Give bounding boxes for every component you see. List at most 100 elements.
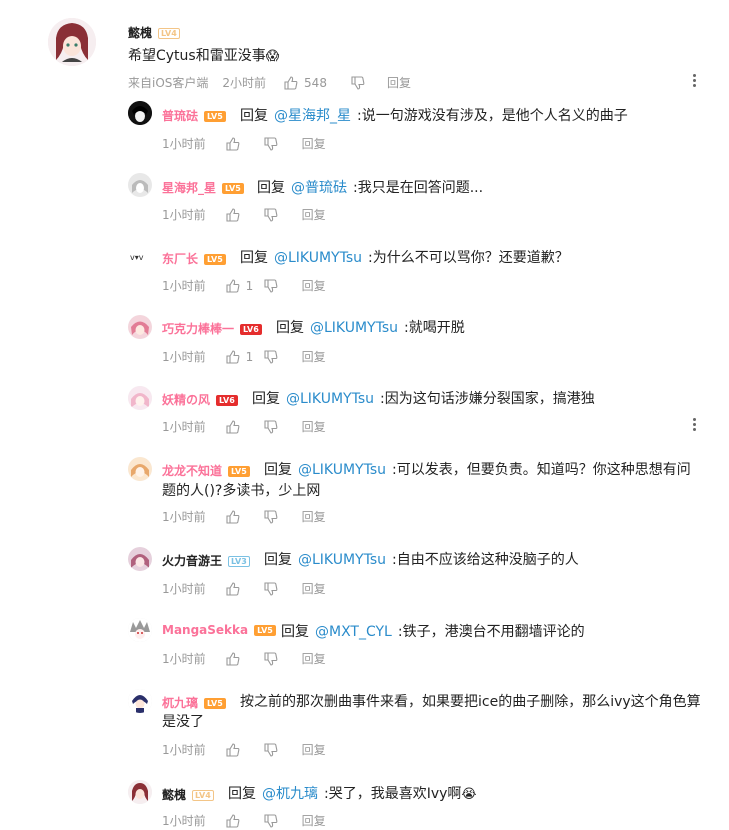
reply-username[interactable]: 懿槐 LV4 (162, 786, 214, 803)
reply-text: 回复 @杌九璃:哭了，我最喜欢Ivy啊😭 (228, 786, 477, 802)
reply-time: 1小时前 (162, 652, 206, 666)
mention-link[interactable]: @MXT_CYL (315, 624, 392, 640)
more-options-icon[interactable] (693, 418, 697, 433)
avatar[interactable] (128, 618, 152, 642)
thumbs-down-icon[interactable] (264, 651, 278, 666)
thumbs-down-icon[interactable] (264, 419, 278, 434)
comment-meta: 来自iOS客户端 2小时前 548 回复 (128, 74, 411, 91)
reply-button[interactable]: 回复 (387, 74, 411, 91)
reply-username[interactable]: 杌九璃 LV5 (162, 694, 226, 711)
thumbs-up-icon[interactable] (226, 509, 240, 524)
thumbs-up-icon[interactable] (226, 651, 240, 666)
mention-link[interactable]: @LIKUMYTsu (298, 462, 386, 478)
scream-emoji-icon: 😱 (265, 49, 280, 64)
thumbs-up-icon[interactable] (226, 813, 240, 828)
reply-button[interactable]: 回复 (302, 348, 326, 365)
crying-emoji-icon: 😭 (461, 787, 477, 802)
thumbs-down-icon[interactable] (264, 349, 278, 364)
reply-button[interactable]: 回复 (302, 580, 326, 597)
reply-button[interactable]: 回复 (302, 508, 326, 525)
reply-button[interactable]: 回复 (302, 206, 326, 223)
avatar[interactable] (128, 547, 152, 571)
mention-link[interactable]: @LIKUMYTsu (310, 320, 398, 336)
reply-button[interactable]: 回复 (302, 135, 326, 152)
like-count: 1 (245, 349, 254, 364)
reply-meta: 1小时前 1 回复 (162, 277, 326, 294)
reply-time: 1小时前 (162, 137, 206, 151)
thumbs-up-icon[interactable] (226, 207, 240, 222)
reply-username[interactable]: 火力音游王 LV3 (162, 552, 250, 569)
thumbs-up-icon[interactable] (226, 349, 240, 364)
reply-button[interactable]: 回复 (302, 650, 326, 667)
reply-time: 1小时前 (162, 350, 206, 364)
reply-button[interactable]: 回复 (302, 741, 326, 758)
reply-time: 1小时前 (162, 743, 206, 757)
level-badge: LV5 (228, 466, 250, 477)
thumbs-up-icon[interactable] (226, 278, 240, 293)
reply-meta: 1小时前 回复 (162, 135, 326, 152)
reply-text-continued: 是没了 (162, 714, 204, 730)
reply-username[interactable]: 星海邦_星 LV5 (162, 179, 244, 196)
more-options-icon[interactable] (693, 74, 697, 89)
reply-button[interactable]: 回复 (302, 418, 326, 435)
avatar[interactable]: v▾v (128, 244, 152, 268)
reply-username[interactable]: 妖精の风 LV6 (162, 391, 238, 408)
thumbs-up-icon[interactable] (284, 75, 298, 90)
level-badge: LV4 (192, 790, 214, 801)
level-badge: LV5 (204, 254, 226, 265)
avatar[interactable] (128, 101, 152, 125)
reply-meta: 1小时前 1 回复 (162, 348, 326, 365)
level-badge: LV6 (216, 395, 238, 406)
mention-link[interactable]: @LIKUMYTsu (286, 391, 374, 407)
thumbs-down-icon[interactable] (264, 742, 278, 757)
reply-text: 回复 @LIKUMYTsu:就喝开脱 (276, 320, 465, 336)
reply-username[interactable]: 东厂长 LV5 (162, 250, 226, 267)
thumbs-up-icon[interactable] (226, 742, 240, 757)
avatar[interactable] (128, 780, 152, 804)
level-badge: LV5 (204, 698, 226, 709)
thumbs-up-icon[interactable] (226, 581, 240, 596)
reply-time: 1小时前 (162, 510, 206, 524)
reply-button[interactable]: 回复 (302, 277, 326, 294)
level-badge: LV3 (228, 556, 250, 567)
thumbs-down-icon[interactable] (264, 509, 278, 524)
mention-link[interactable]: @杌九璃 (262, 786, 318, 802)
mention-link[interactable]: @LIKUMYTsu (274, 250, 362, 266)
reply-button[interactable]: 回复 (302, 812, 326, 829)
thumbs-up-icon[interactable] (226, 419, 240, 434)
reply-username[interactable]: MangaSekka LV5 (162, 623, 276, 637)
thumbs-down-icon[interactable] (264, 581, 278, 596)
mention-link[interactable]: @普琉砝 (291, 180, 347, 196)
avatar[interactable] (48, 18, 96, 66)
level-badge: LV4 (158, 28, 180, 39)
avatar[interactable] (128, 315, 152, 339)
mention-link[interactable]: @LIKUMYTsu (298, 552, 386, 568)
reply-meta: 1小时前 回复 (162, 580, 326, 597)
reply-text: 回复 @MXT_CYL:铁子，港澳台不用翻墙评论的 (281, 624, 585, 640)
reply-username[interactable]: 普琉砝 LV5 (162, 107, 226, 124)
thumbs-down-icon[interactable] (264, 278, 278, 293)
reply-meta: 1小时前 回复 (162, 206, 326, 223)
avatar[interactable] (128, 457, 152, 481)
reply-text: 回复 @LIKUMYTsu:为什么不可以骂你？还要道歉？ (240, 250, 569, 266)
reply-time: 1小时前 (162, 814, 206, 828)
reply-username[interactable]: 龙龙不知道 LV5 (162, 462, 250, 479)
thumbs-down-icon[interactable] (264, 207, 278, 222)
mention-link[interactable]: @星海邦_星 (274, 108, 351, 124)
reply-username[interactable]: 巧克力棒棒一 LV6 (162, 320, 262, 337)
thumbs-down-icon[interactable] (351, 75, 365, 90)
avatar[interactable] (128, 386, 152, 410)
reply-meta: 1小时前 回复 (162, 812, 326, 829)
thumbs-down-icon[interactable] (264, 813, 278, 828)
reply-meta: 1小时前 回复 (162, 650, 326, 667)
thumbs-down-icon[interactable] (264, 136, 278, 151)
reply-text: 回复 @LIKUMYTsu:因为这句话涉嫌分裂国家，搞港独 (252, 391, 595, 407)
reply-meta: 1小时前 回复 (162, 741, 326, 758)
comment-time: 2小时前 (222, 76, 267, 90)
avatar[interactable] (128, 689, 152, 713)
comment-username[interactable]: 懿槐 LV4 (128, 24, 180, 41)
avatar[interactable] (128, 173, 152, 197)
reply-time: 1小时前 (162, 208, 206, 222)
reply-text: 回复 @普琉砝:我只是在回答问题... (257, 180, 484, 196)
thumbs-up-icon[interactable] (226, 136, 240, 151)
